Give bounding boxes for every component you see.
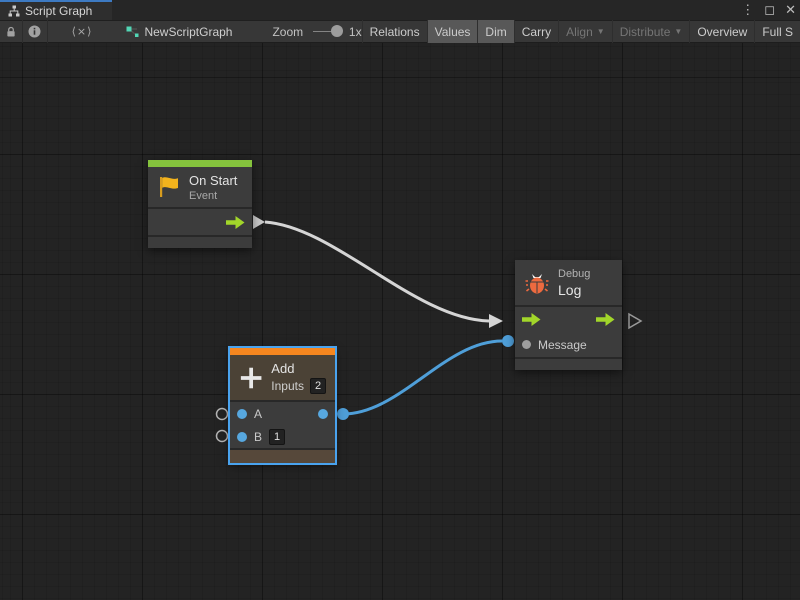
chevron-down-icon: ▼ [674,27,682,36]
node-add[interactable]: Add Inputs 2 A B 1 [230,348,335,463]
port-label-message: Message [538,338,587,352]
value-socket-add-a[interactable] [217,409,228,420]
relations-button[interactable]: Relations [362,20,427,43]
graph-asset-icon [126,26,139,38]
exec-input-port[interactable] [522,313,541,326]
values-button[interactable]: Values [427,20,478,43]
zoom-label: Zoom [272,25,303,39]
close-icon[interactable]: ✕ [785,0,796,20]
exec-output-port[interactable] [226,216,245,229]
fullscreen-button[interactable]: Full S [754,20,800,43]
exec-output-socket-on-start[interactable] [253,215,265,229]
flag-icon [157,175,181,199]
tab-title: Script Graph [25,4,92,18]
overview-button[interactable]: Overview [689,20,754,43]
input-port-a[interactable] [237,409,247,419]
value-socket-message-input[interactable] [502,335,514,347]
port-b-value-field[interactable]: 1 [269,429,285,445]
graph-name-label: NewScriptGraph [144,25,232,39]
edit-source-icon[interactable]: ⟨×⟩ [66,20,99,43]
maximize-icon[interactable]: ◻ [764,0,775,20]
node-footer [515,359,622,370]
node-footer [230,450,335,463]
value-socket-add-output[interactable] [337,408,349,420]
node-accent-bar [230,348,335,355]
message-input-port[interactable] [522,340,531,349]
zoom-value: 1x [349,25,362,39]
menu-icon[interactable]: ⋮ [741,0,754,20]
node-title: Log [558,282,590,298]
output-port-sum[interactable] [318,409,328,419]
node-debug-log[interactable]: Debug Log Message [515,260,622,370]
chevron-down-icon: ▼ [597,27,605,36]
dim-button[interactable]: Dim [477,20,513,43]
node-subtitle: Event [189,190,237,202]
exec-wire-onstart-to-log[interactable] [265,222,489,321]
carry-button[interactable]: Carry [514,20,558,43]
tab-script-graph[interactable]: Script Graph [0,0,112,20]
node-subtitle: Inputs [271,379,304,393]
node-accent-bar [148,160,252,167]
bug-icon [524,270,550,296]
input-port-b[interactable] [237,432,247,442]
port-label-b: B [254,430,262,444]
plus-icon [239,365,263,391]
value-wire-add-to-message[interactable] [343,341,502,414]
port-label-a: A [254,407,262,421]
zoom-slider-handle[interactable] [331,25,343,37]
value-socket-add-b[interactable] [217,431,228,442]
node-footer [148,237,252,248]
exec-wire-arrowhead[interactable] [489,314,503,328]
node-on-start[interactable]: On Start Event [148,160,252,248]
graph-canvas[interactable]: On Start Event Debug Log [0,43,800,600]
align-button[interactable]: Align ▼ [558,20,612,43]
node-title: On Start [189,173,237,188]
distribute-button[interactable]: Distribute ▼ [612,20,690,43]
exec-output-port[interactable] [596,313,615,326]
hierarchy-icon [8,5,20,17]
lock-icon[interactable] [0,20,22,43]
toolbar-buttons: Relations Values Dim Carry Align ▼ Distr… [362,20,800,43]
info-icon[interactable] [22,20,47,43]
graph-toolbar: ⟨×⟩ NewScriptGraph Zoom 1x Relations Val… [0,20,800,43]
zoom-slider[interactable] [313,31,341,32]
wires-layer [0,43,800,600]
inputs-count-stepper[interactable]: 2 [310,378,326,394]
exec-output-socket-log[interactable] [629,314,641,328]
node-title: Add [271,361,326,376]
window-tab-bar: Script Graph ⋮ ◻ ✕ [0,0,800,20]
graph-breadcrumb[interactable]: NewScriptGraph [126,25,232,39]
node-category: Debug [558,268,590,280]
